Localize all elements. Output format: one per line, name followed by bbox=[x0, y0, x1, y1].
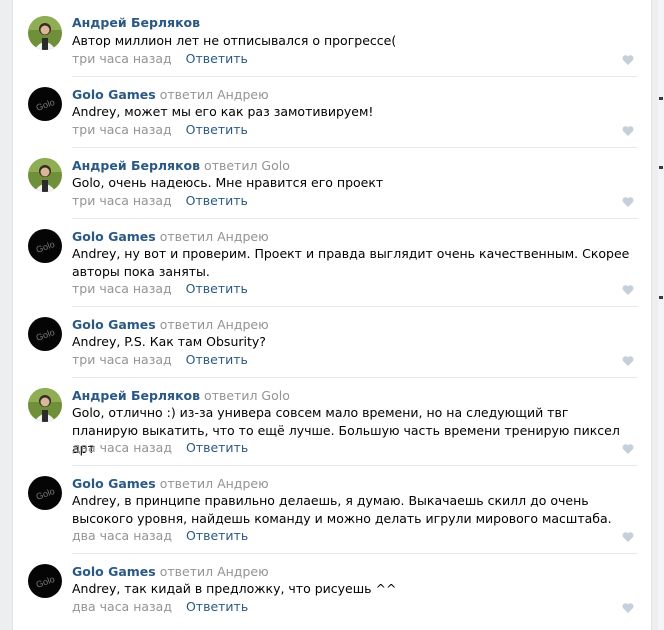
reply-to-link[interactable]: Андрею bbox=[217, 564, 269, 579]
timestamp[interactable]: два часа назад bbox=[72, 599, 172, 614]
comment-meta: три часа назад Ответить bbox=[72, 122, 248, 138]
comment-item: Golo Golo Games ответил Андрею Andrey, м… bbox=[12, 77, 652, 148]
scrollbar[interactable] bbox=[658, 0, 664, 630]
comment-item: Андрей Берляков ответил Golo Golo, очень… bbox=[12, 148, 652, 219]
timestamp[interactable]: три часа назад bbox=[72, 122, 172, 137]
comment-meta: два часа назад Ответить bbox=[72, 599, 248, 615]
comment-header: Golo Games ответил Андрею bbox=[72, 87, 269, 103]
heart-icon[interactable] bbox=[622, 355, 634, 367]
person-photo-icon bbox=[28, 158, 62, 192]
heart-icon[interactable] bbox=[622, 602, 634, 614]
avatar[interactable]: Golo bbox=[28, 317, 62, 351]
comment-text: Andrey, P.S. Как там Obsurity? bbox=[72, 334, 266, 349]
timestamp[interactable]: три часа назад bbox=[72, 193, 172, 208]
comment-text: Andrey, ну вот и проверим. Проект и прав… bbox=[72, 246, 630, 279]
comment-meta: два часа назад Ответить bbox=[72, 440, 248, 456]
author-link[interactable]: Golo Games bbox=[72, 476, 156, 491]
author-link[interactable]: Golo Games bbox=[72, 564, 156, 579]
reply-button[interactable]: Ответить bbox=[186, 122, 248, 137]
comment-text: Автор миллион лет не отписывался о прогр… bbox=[72, 33, 397, 48]
golo-games-logo-icon: Golo bbox=[28, 564, 62, 598]
avatar[interactable]: Golo bbox=[28, 229, 62, 263]
heart-icon[interactable] bbox=[622, 284, 634, 296]
timestamp[interactable]: три часа назад bbox=[72, 51, 172, 66]
comment-header: Андрей Берляков ответил Golo bbox=[72, 158, 290, 174]
comment-item: Golo Golo Games ответил Андрею Andrey, P… bbox=[12, 307, 652, 378]
avatar[interactable] bbox=[28, 16, 62, 50]
comment-item: Андрей Берляков Автор миллион лет не отп… bbox=[12, 0, 652, 77]
comment-text: Andrey, может мы его как раз замотивируе… bbox=[72, 104, 374, 119]
comment-item: Golo Golo Games ответил Андрею Andrey, в… bbox=[12, 466, 652, 554]
avatar[interactable] bbox=[28, 388, 62, 422]
comment-item: Андрей Берляков ответил Golo Golo, отлич… bbox=[12, 378, 652, 466]
author-link[interactable]: Golo Games bbox=[72, 229, 156, 244]
golo-games-logo-icon: Golo bbox=[28, 87, 62, 121]
reply-button[interactable]: Ответить bbox=[186, 193, 248, 208]
comment-header: Андрей Берляков ответил Golo bbox=[72, 388, 290, 404]
reply-to-link[interactable]: Андрею bbox=[217, 229, 269, 244]
avatar[interactable]: Golo bbox=[28, 564, 62, 598]
comment-header: Golo Games ответил Андрею bbox=[72, 564, 269, 580]
comment-meta: три часа назад Ответить bbox=[72, 352, 248, 368]
comment-header: Golo Games ответил Андрею bbox=[72, 317, 269, 333]
comment-header: Golo Games ответил Андрею bbox=[72, 229, 269, 245]
comment-meta: три часа назад Ответить bbox=[72, 193, 248, 209]
reply-button[interactable]: Ответить bbox=[186, 528, 248, 543]
reply-button[interactable]: Ответить bbox=[186, 599, 248, 614]
comment-header: Андрей Берляков bbox=[72, 15, 200, 31]
reply-button[interactable]: Ответить bbox=[186, 352, 248, 367]
reply-to-link[interactable]: Golo bbox=[261, 388, 289, 403]
author-link[interactable]: Андрей Берляков bbox=[72, 158, 200, 173]
reply-button[interactable]: Ответить bbox=[186, 281, 248, 296]
comment-meta: два часа назад Ответить bbox=[72, 528, 248, 544]
replied-label: ответил bbox=[159, 476, 214, 491]
comment-text: Golo, очень надеюсь. Мне нравится его пр… bbox=[72, 175, 384, 190]
replied-label: ответил bbox=[159, 317, 214, 332]
scroll-mark bbox=[659, 97, 663, 100]
author-link[interactable]: Андрей Берляков bbox=[72, 15, 200, 30]
replied-label: ответил bbox=[159, 564, 214, 579]
comment-item: Golo Golo Games ответил Андрею Andrey, н… bbox=[12, 219, 652, 307]
comment-text: Andrey, в принципе правильно делаешь, я … bbox=[72, 493, 612, 526]
avatar[interactable] bbox=[28, 158, 62, 192]
comments-window: Андрей Берляков Автор миллион лет не отп… bbox=[0, 0, 664, 630]
heart-icon[interactable] bbox=[622, 531, 634, 543]
heart-icon[interactable] bbox=[622, 196, 634, 208]
comment-meta: три часа назад Ответить bbox=[72, 51, 248, 67]
reply-to-link[interactable]: Андрею bbox=[217, 317, 269, 332]
replied-label: ответил bbox=[204, 158, 258, 173]
replied-label: ответил bbox=[204, 388, 258, 403]
heart-icon[interactable] bbox=[622, 443, 634, 455]
comment-meta: три часа назад Ответить bbox=[72, 281, 248, 297]
timestamp[interactable]: три часа назад bbox=[72, 281, 172, 296]
comment-item: Golo Golo Games ответил Андрею Andrey, т… bbox=[12, 554, 652, 625]
person-photo-icon bbox=[28, 388, 62, 422]
timestamp[interactable]: два часа назад bbox=[72, 528, 172, 543]
reply-to-link[interactable]: Андрею bbox=[217, 476, 269, 491]
reply-button[interactable]: Ответить bbox=[186, 51, 248, 66]
golo-games-logo-icon: Golo bbox=[28, 317, 62, 351]
reply-to-link[interactable]: Golo bbox=[261, 158, 289, 173]
replied-label: ответил bbox=[159, 229, 214, 244]
avatar[interactable]: Golo bbox=[28, 87, 62, 121]
timestamp[interactable]: три часа назад bbox=[72, 352, 172, 367]
timestamp[interactable]: два часа назад bbox=[72, 440, 172, 455]
reply-button[interactable]: Ответить bbox=[186, 440, 248, 455]
golo-games-logo-icon: Golo bbox=[28, 476, 62, 510]
comment-text: Andrey, так кидай в предложку, что рисуе… bbox=[72, 581, 397, 596]
scroll-mark bbox=[659, 296, 663, 299]
scroll-mark bbox=[659, 166, 663, 169]
golo-games-logo-icon: Golo bbox=[28, 229, 62, 263]
author-link[interactable]: Golo Games bbox=[72, 87, 156, 102]
replied-label: ответил bbox=[159, 87, 214, 102]
reply-to-link[interactable]: Андрею bbox=[217, 87, 269, 102]
heart-icon[interactable] bbox=[622, 125, 634, 137]
avatar[interactable]: Golo bbox=[28, 476, 62, 510]
heart-icon[interactable] bbox=[622, 54, 634, 66]
person-photo-icon bbox=[28, 16, 62, 50]
author-link[interactable]: Golo Games bbox=[72, 317, 156, 332]
author-link[interactable]: Андрей Берляков bbox=[72, 388, 200, 403]
comment-header: Golo Games ответил Андрею bbox=[72, 476, 269, 492]
